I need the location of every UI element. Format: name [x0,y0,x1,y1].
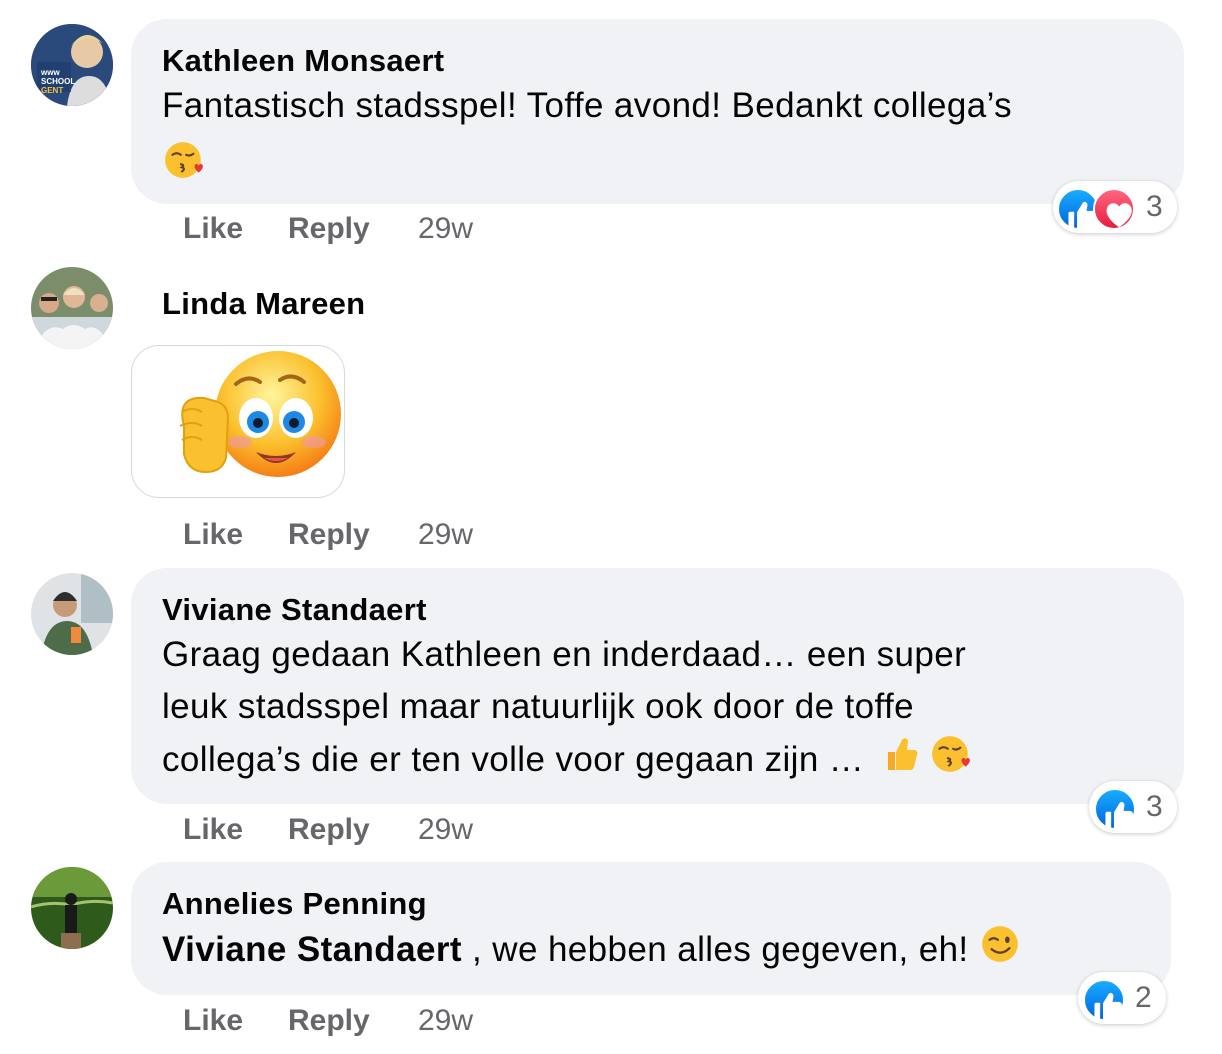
reply-button[interactable]: Reply [288,813,370,847]
mention-link[interactable]: Viviane Standaert [162,930,462,969]
timestamp[interactable]: 29w [418,1004,473,1038]
waving-smiley-sticker[interactable] [131,345,345,498]
comment-text-line: Fantastisch stadsspel! Toffe avond! Beda… [162,86,1013,125]
comment-text-line: Graag gedaan Kathleen en inderdaad… een … [162,635,967,674]
avatar[interactable] [31,867,113,949]
comment-text-line: collega’s die er ten volle voor gegaan z… [162,733,972,790]
avatar[interactable] [31,573,113,655]
comment-text-line: leuk stadsspel maar natuurlijk ook door … [162,687,915,726]
comment-text: Viviane Standaert , we hebben alles gege… [162,923,1021,980]
avatar-photo [31,573,113,655]
comment-text-body: , we hebben alles gegeven, eh! [461,929,969,969]
like-button[interactable]: Like [183,212,243,246]
reaction-summary[interactable]: 3 [1053,181,1177,233]
reaction-summary[interactable]: 3 [1089,781,1177,833]
kissing-heart-emoji [163,139,205,186]
avatar-photo [31,267,113,349]
like-icon [1083,979,1125,1021]
reaction-count: 2 [1135,981,1152,1014]
winking-emoji [979,923,1021,980]
avatar-photo [31,867,113,949]
like-button[interactable]: Like [183,813,243,847]
thumbs-up-emoji [880,734,920,789]
comment-author[interactable]: Linda Mareen [162,286,365,322]
comment-author[interactable]: Viviane Standaert [162,592,427,628]
comment-author[interactable]: Annelies Penning [162,886,427,922]
avatar-logo-text: www SCHOOL GENT [41,68,76,95]
reaction-count: 3 [1146,190,1163,223]
like-button[interactable]: Like [183,1004,243,1038]
timestamp[interactable]: 29w [418,813,473,847]
avatar[interactable] [31,267,113,349]
timestamp[interactable]: 29w [418,518,473,552]
kissing-heart-emoji [930,733,972,790]
timestamp[interactable]: 29w [418,212,473,246]
comment-text: Graag gedaan Kathleen en inderdaad… een … [162,629,972,790]
like-button[interactable]: Like [183,518,243,552]
comment-text: Fantastisch stadsspel! Toffe avond! Beda… [162,80,1012,132]
heart-icon [1093,188,1135,230]
reply-button[interactable]: Reply [288,212,370,246]
reply-button[interactable]: Reply [288,518,370,552]
avatar[interactable]: www SCHOOL GENT [31,24,113,106]
reply-button[interactable]: Reply [288,1004,370,1038]
reaction-count: 3 [1146,790,1163,823]
like-icon [1094,788,1136,830]
reaction-summary[interactable]: 2 [1078,972,1166,1024]
comment-author[interactable]: Kathleen Monsaert [162,43,444,79]
